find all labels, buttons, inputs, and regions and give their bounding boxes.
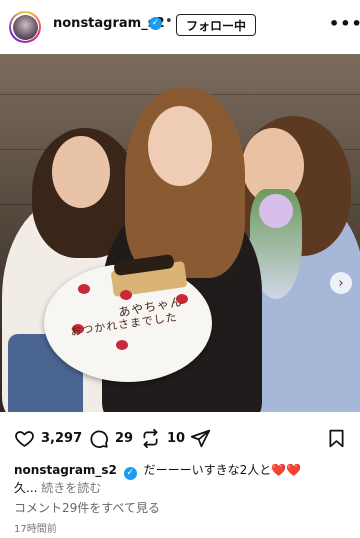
save-action[interactable] <box>326 428 347 449</box>
repost-count[interactable]: 10 <box>167 431 185 446</box>
comment-icon <box>90 430 108 448</box>
share-action[interactable] <box>190 428 211 449</box>
read-more-link[interactable]: 続きを読む <box>41 481 101 495</box>
send-icon <box>190 429 211 448</box>
like-count[interactable]: 3,297 <box>41 431 82 446</box>
repost-action[interactable]: 10 <box>140 428 185 449</box>
like-action[interactable]: 3,297 <box>14 428 82 449</box>
person-left-face <box>52 136 110 208</box>
strawberry <box>78 284 90 294</box>
view-all-comments-link[interactable]: コメント29件をすべて見る <box>14 499 160 516</box>
person-center-face <box>148 106 212 186</box>
bookmark-icon <box>329 429 344 448</box>
repost-icon <box>143 428 158 449</box>
comment-action[interactable]: 29 <box>88 428 133 449</box>
heart-icon <box>15 431 34 447</box>
avatar-image <box>12 14 38 40</box>
post-photo[interactable]: あやちゃん おつかれさまでした › <box>0 54 360 412</box>
username[interactable]: nonstagram_s2 <box>53 16 164 31</box>
strawberry <box>120 290 132 300</box>
strawberry <box>116 340 128 350</box>
avatar[interactable] <box>9 11 41 43</box>
comment-count[interactable]: 29 <box>115 431 133 446</box>
verified-badge-icon: ✓ <box>149 17 162 30</box>
caption-username[interactable]: nonstagram_s2 <box>14 463 117 477</box>
following-button[interactable]: フォロー中 <box>176 14 256 36</box>
caption-text-continued: 久... <box>14 481 38 495</box>
carousel-next-button[interactable]: › <box>330 272 352 294</box>
post-header: nonstagram_s2 ✓ • フォロー中 ••• <box>0 0 360 54</box>
more-options-icon[interactable]: ••• <box>329 14 360 33</box>
separator-dot: • <box>165 14 173 29</box>
action-bar: 3,297 29 10 <box>0 428 360 458</box>
caption: nonstagram_s2 ✓ だーーーいすきな2人と❤️❤️ 久... 続きを… <box>14 462 349 497</box>
verified-badge-icon: ✓ <box>123 467 137 480</box>
post-timestamp: 17時間前 <box>14 524 57 535</box>
caption-text: だーーーいすきな2人と <box>143 463 272 477</box>
heart-emoji-icon: ❤️❤️ <box>271 463 302 477</box>
